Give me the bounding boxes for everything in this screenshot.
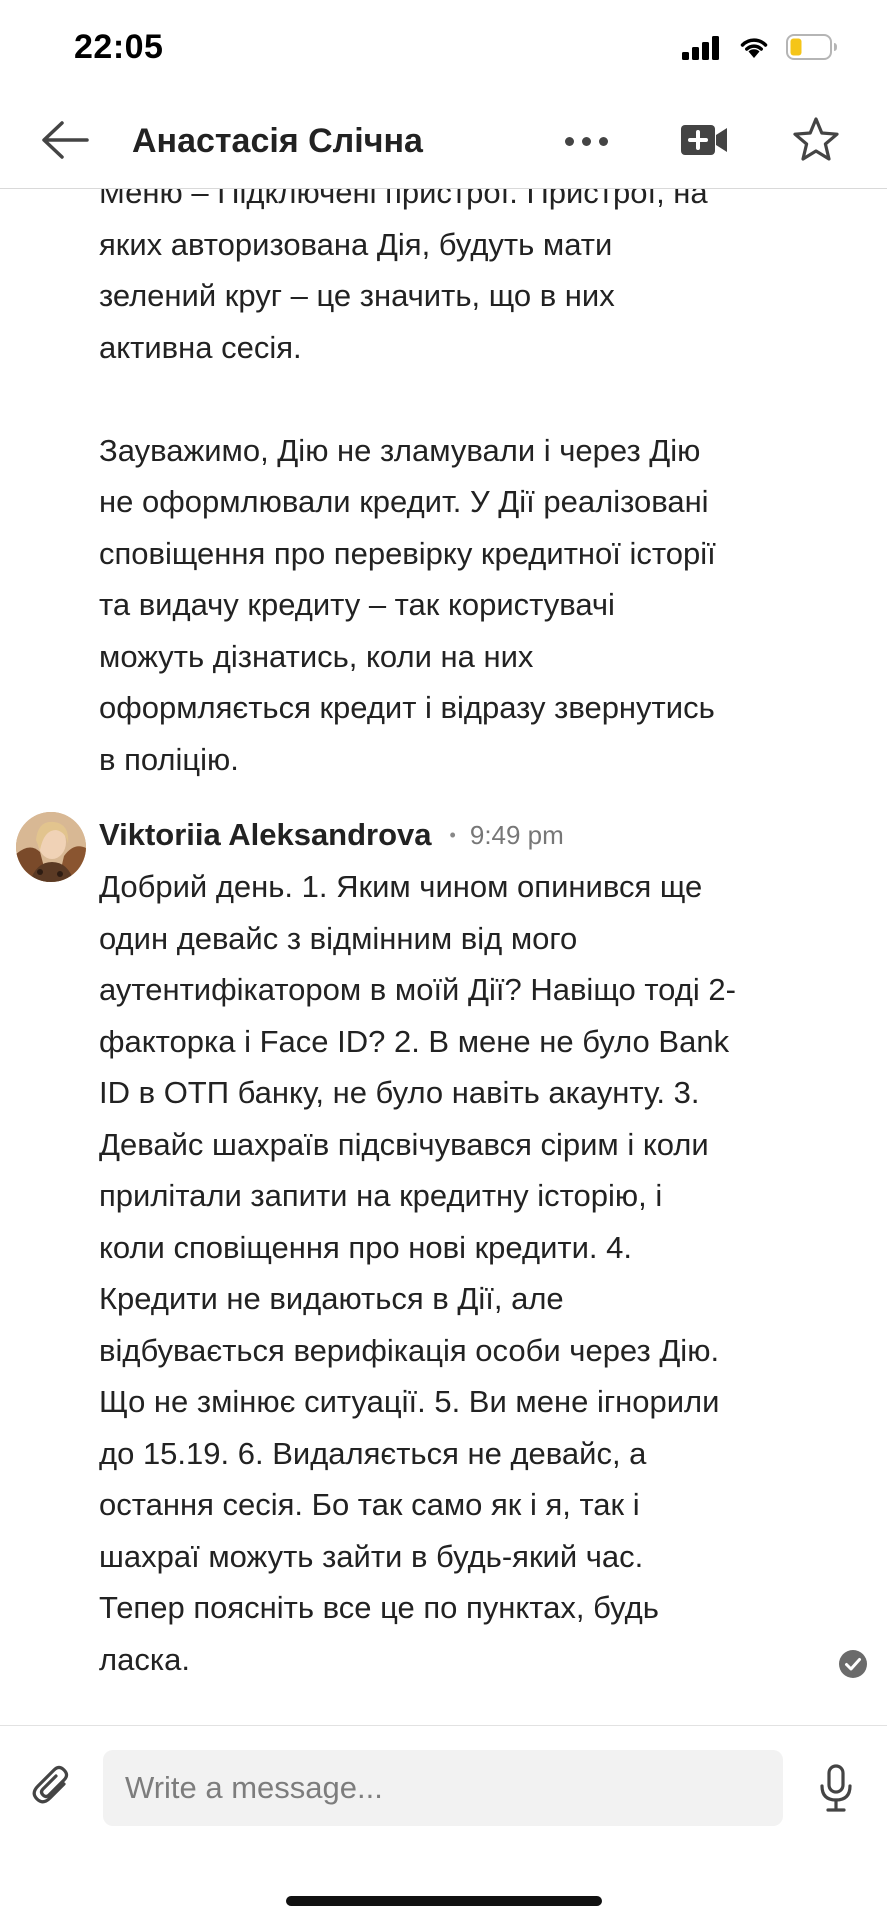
contact-name[interactable]: Анастасія Слічна xyxy=(132,122,423,161)
message-meta: Viktoriia Aleksandrova • 9:49 pm xyxy=(99,813,564,857)
microphone-icon[interactable] xyxy=(816,1764,856,1814)
message-composer xyxy=(0,1725,887,1921)
message-list[interactable]: Меню – Підключені пристрої. Пристрої, на… xyxy=(0,189,887,1724)
home-indicator[interactable] xyxy=(286,1896,602,1906)
chat-header: Анастасія Слічна xyxy=(0,98,887,189)
paperclip-icon[interactable] xyxy=(30,1764,74,1808)
wifi-icon xyxy=(740,38,768,58)
cellular-signal-icon xyxy=(682,36,720,60)
video-add-icon[interactable] xyxy=(680,122,728,158)
sender-name[interactable]: Viktoriia Aleksandrova xyxy=(99,817,432,853)
status-time: 22:05 xyxy=(74,28,164,66)
previous-message: Меню – Підключені пристрої. Пристрої, на… xyxy=(99,189,839,785)
message-paragraph: Зауважимо, Дію не зламували і через Дію … xyxy=(99,432,716,777)
arrow-left-icon[interactable] xyxy=(40,118,90,162)
message-timestamp: 9:49 pm xyxy=(469,819,564,850)
message-paragraph: Меню – Підключені пристрої. Пристрої, на… xyxy=(99,189,708,365)
message-paragraph: Добрий день. 1. Яким чином опинився ще о… xyxy=(99,869,736,1677)
status-bar: 22:05 xyxy=(0,0,887,98)
star-outline-icon[interactable] xyxy=(792,116,840,164)
avatar[interactable] xyxy=(16,812,86,882)
battery-icon xyxy=(786,34,837,60)
read-check-icon xyxy=(839,1650,867,1678)
message-input[interactable] xyxy=(103,1750,783,1826)
more-dots-icon[interactable] xyxy=(562,134,610,148)
meta-separator: • xyxy=(449,824,456,845)
message-body: Добрий день. 1. Яким чином опинився ще о… xyxy=(99,861,839,1685)
